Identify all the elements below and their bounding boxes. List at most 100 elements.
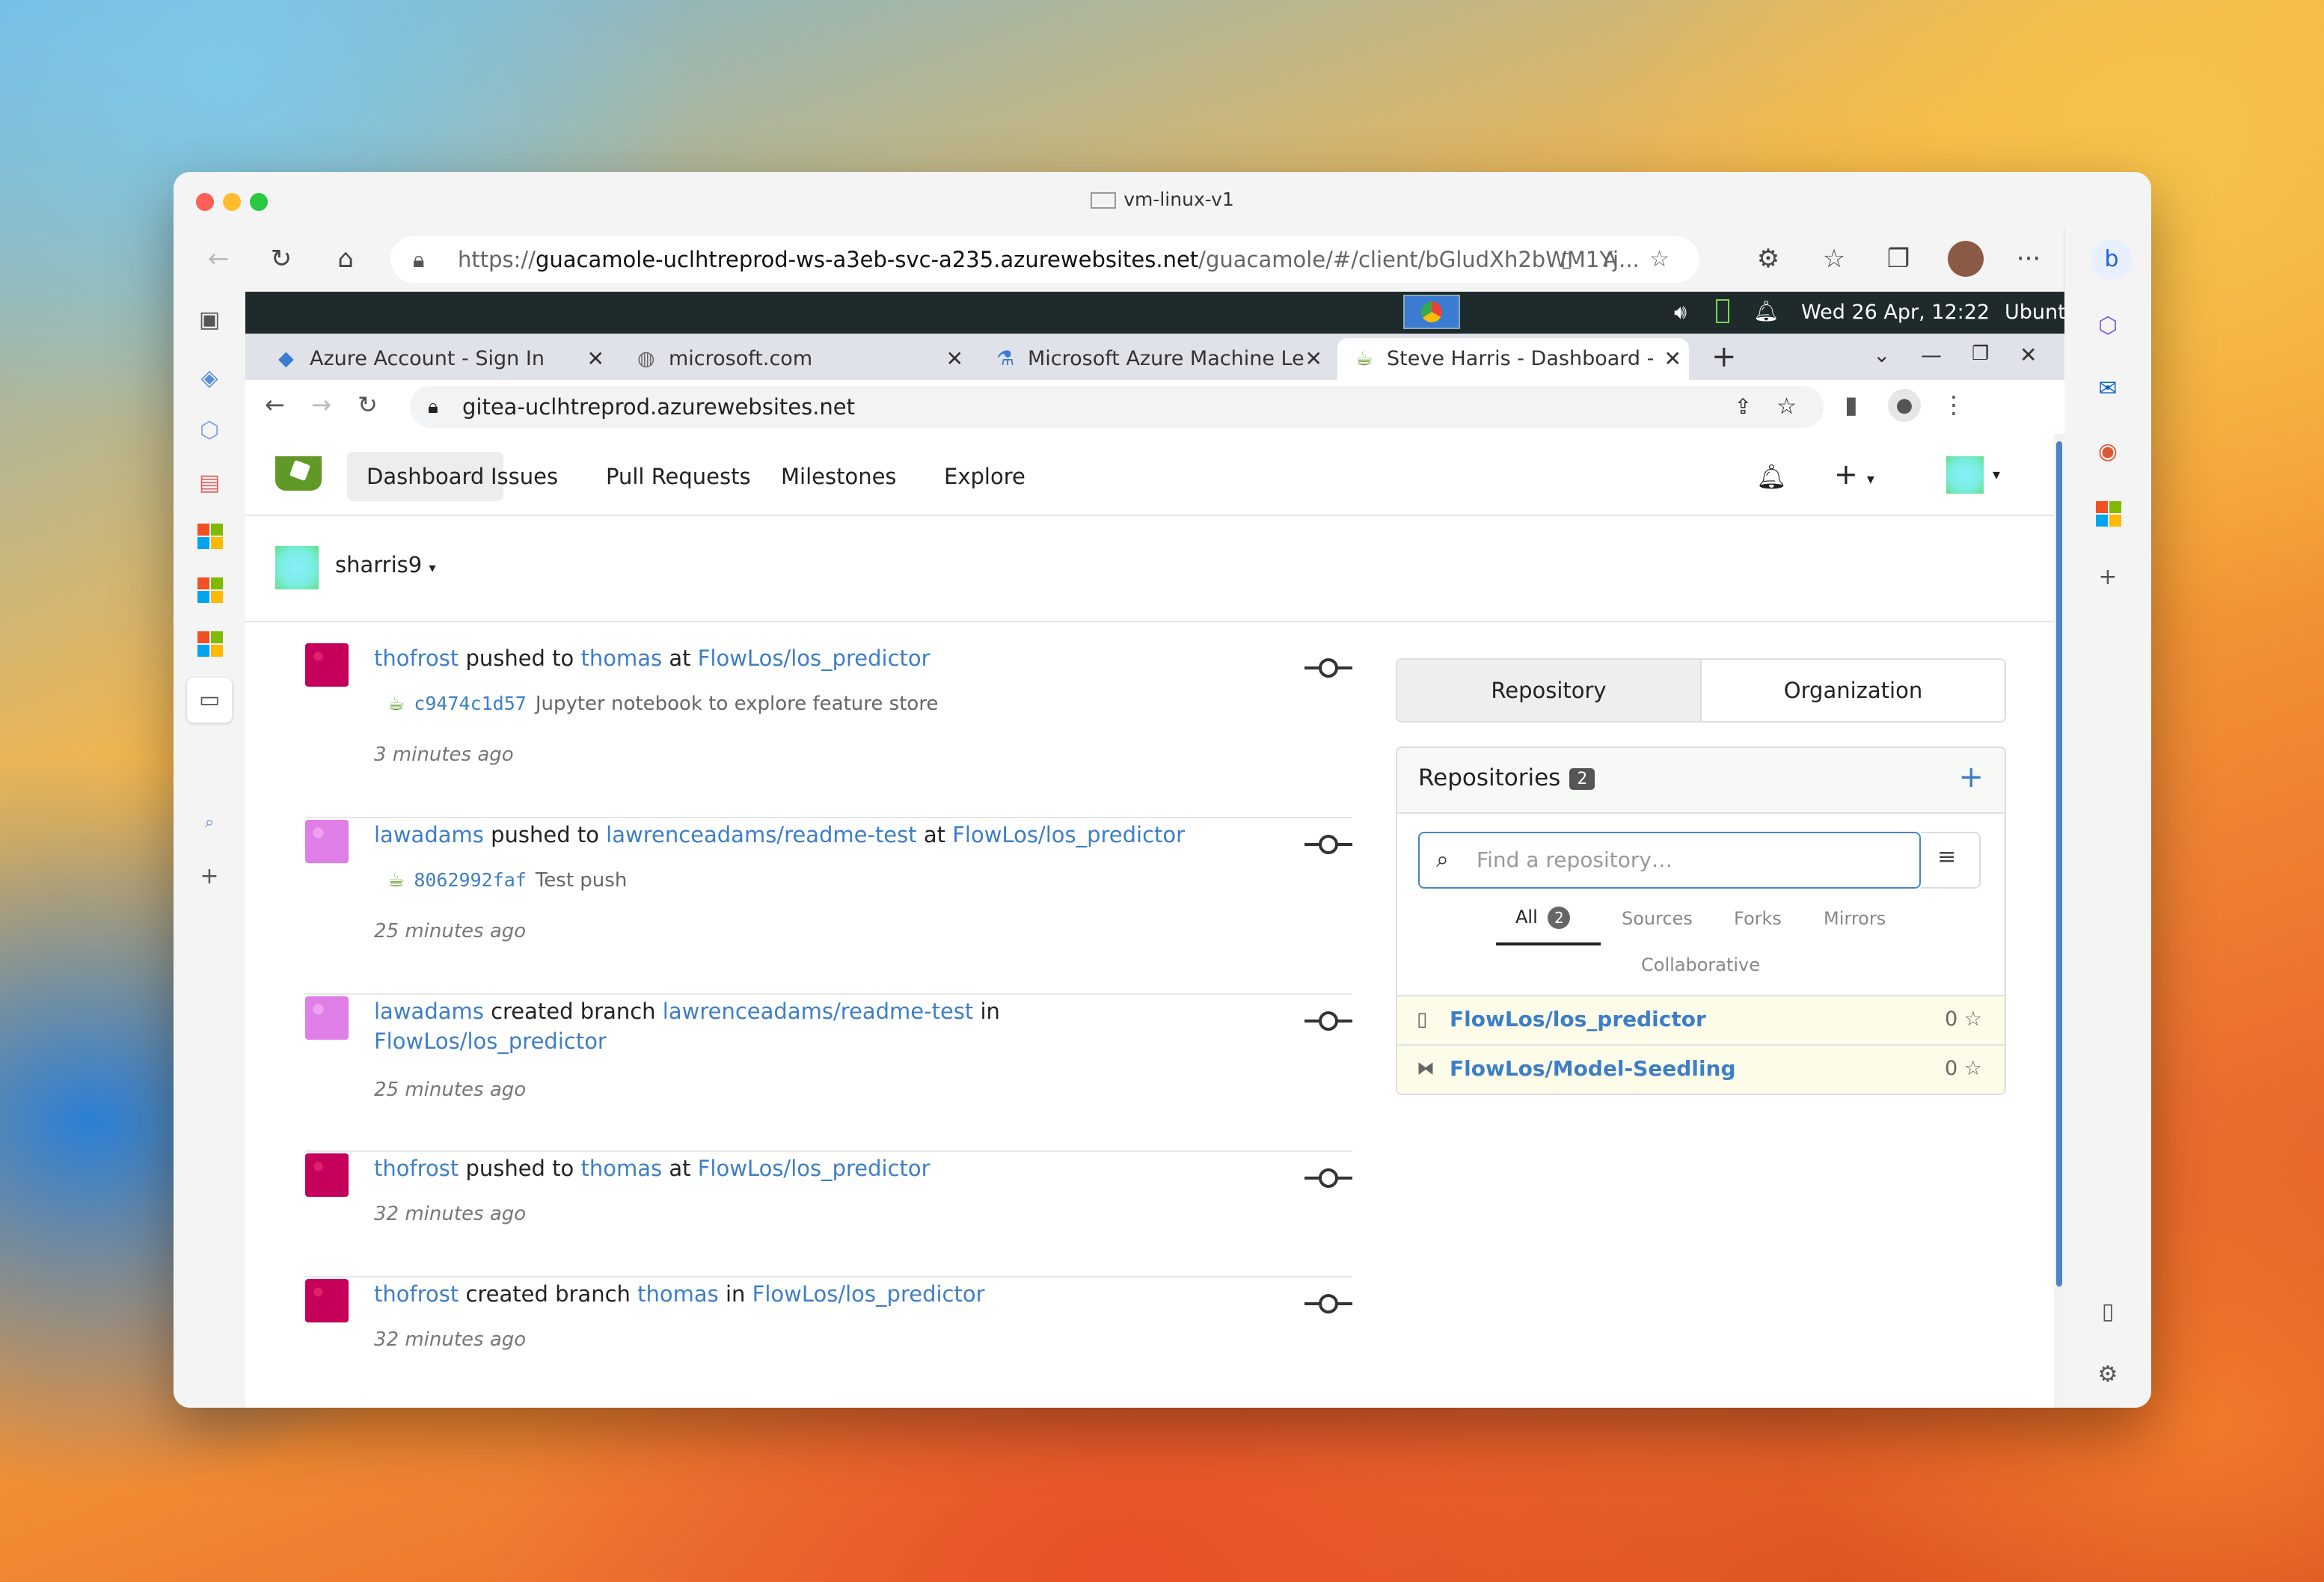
- avatar[interactable]: [305, 1279, 349, 1322]
- chrome-tab[interactable]: ⚗ Microsoft Azure Machine Le ✕: [978, 338, 1330, 380]
- repo-tab-sources[interactable]: Sources: [1622, 908, 1693, 929]
- user-avatar[interactable]: [1946, 456, 1984, 494]
- read-aloud-icon[interactable]: A: [1603, 236, 1617, 283]
- chrome-tab[interactable]: ◆ Azure Account - Sign In ✕: [260, 338, 612, 380]
- repo-tab-forks[interactable]: Forks: [1734, 908, 1782, 929]
- tab-search-icon[interactable]: ⌄: [1873, 343, 1890, 367]
- volume-icon[interactable]: 🔊︎: [1674, 301, 1687, 325]
- repo-search-input[interactable]: ⌕ Find a repository…: [1418, 832, 1921, 889]
- microsoft-logo-icon[interactable]: [197, 524, 223, 549]
- tab-icon-hex[interactable]: ⬡: [194, 416, 224, 446]
- extensions-icon[interactable]: ⚙: [1752, 242, 1785, 275]
- sidebar-toggle-icon[interactable]: ▯: [2093, 1297, 2123, 1327]
- tab-repository[interactable]: Repository: [1397, 660, 1702, 721]
- more-icon[interactable]: ···: [2012, 242, 2045, 275]
- avatar[interactable]: [305, 996, 349, 1040]
- active-tab-icon[interactable]: ▭: [187, 678, 232, 723]
- commit-sha-link[interactable]: c9474c1d57: [414, 693, 527, 714]
- repo-tab-all[interactable]: All 2: [1515, 907, 1571, 929]
- nav-issues[interactable]: Issues: [471, 452, 577, 501]
- repo-name-link[interactable]: FlowLos/los_predictor: [1450, 996, 1706, 1043]
- feed-branch-link[interactable]: thomas: [581, 646, 663, 671]
- feed-branch-link[interactable]: lawrenceadams/readme-test: [606, 822, 916, 847]
- nav-pull-requests[interactable]: Pull Requests: [586, 452, 770, 501]
- chrome-tab-active[interactable]: ☕︎ Steve Harris - Dashboard - ✕: [1337, 338, 1689, 380]
- restore-chrome-icon[interactable]: ❐: [1972, 343, 1989, 365]
- chrome-address-bar[interactable]: 🔒︎ gitea-uclhtreprod.azurewebsites.net ⇪…: [410, 386, 1824, 428]
- back-icon[interactable]: ←: [202, 242, 235, 275]
- bookmark-star-icon[interactable]: ☆: [1776, 386, 1797, 428]
- chrome-menu-icon[interactable]: ⋮: [1942, 390, 1966, 419]
- tab-icon-red[interactable]: ▤: [194, 468, 224, 498]
- new-chrome-tab-icon[interactable]: +: [1711, 340, 1737, 374]
- chrome-taskbar-icon[interactable]: [1403, 295, 1460, 329]
- close-chrome-icon[interactable]: ✕: [2020, 343, 2037, 367]
- close-tab-icon[interactable]: ✕: [587, 338, 604, 380]
- reload-icon[interactable]: ↻: [265, 242, 298, 275]
- avatar[interactable]: [305, 820, 349, 863]
- outlook-icon[interactable]: ✉: [2093, 374, 2123, 404]
- chrome-tab[interactable]: ◍ microsoft.com ✕: [619, 338, 971, 380]
- notifications-bell-icon[interactable]: 🔔︎: [1756, 462, 1787, 491]
- feed-user-link[interactable]: thofrost: [374, 646, 459, 671]
- feed-repo-link[interactable]: FlowLos/los_predictor: [374, 1028, 607, 1054]
- new-tab-icon[interactable]: +: [194, 862, 224, 892]
- close-tab-icon[interactable]: ✕: [946, 338, 963, 380]
- tab-icon-azure[interactable]: ◈: [194, 364, 224, 393]
- feed-user-link[interactable]: lawadams: [374, 822, 484, 847]
- tab-actions-icon[interactable]: ▣: [194, 305, 224, 335]
- feed-branch-link[interactable]: thomas: [637, 1281, 719, 1307]
- scrollbar-thumb[interactable]: [2056, 441, 2062, 1287]
- copilot-icon[interactable]: ⬡: [2093, 311, 2123, 341]
- repo-tab-mirrors[interactable]: Mirrors: [1824, 908, 1886, 929]
- notification-bell-icon[interactable]: 🔔︎: [1753, 299, 1779, 323]
- favorites-icon[interactable]: ☆: [1818, 242, 1851, 275]
- share-icon[interactable]: ⇪: [1735, 386, 1752, 428]
- bing-icon[interactable]: b: [2091, 239, 2132, 280]
- chrome-reload-icon[interactable]: ↻: [358, 390, 378, 419]
- clipboard-icon[interactable]: ▯: [1561, 236, 1572, 283]
- microsoft-logo-icon[interactable]: [197, 631, 223, 657]
- remote-desktop[interactable]: 🔊︎ 🔔︎ Wed 26 Apr, 12:22 Ubuntu ◆ Azure A…: [245, 292, 2064, 1408]
- add-repo-icon[interactable]: +: [1958, 760, 1984, 794]
- context-user-avatar[interactable]: [275, 546, 319, 589]
- close-tab-icon[interactable]: ✕: [1305, 338, 1322, 380]
- minimize-chrome-icon[interactable]: —: [1921, 343, 1942, 367]
- nav-explore[interactable]: Explore: [925, 452, 1045, 501]
- commit-sha-link[interactable]: 8062992faf: [414, 869, 527, 891]
- side-panel-icon[interactable]: ▮: [1845, 390, 1858, 419]
- duckduckgo-icon[interactable]: ◉: [2093, 437, 2123, 467]
- avatar[interactable]: [305, 643, 349, 687]
- close-tab-icon[interactable]: ✕: [1664, 338, 1681, 380]
- feed-branch-link[interactable]: thomas: [581, 1156, 663, 1181]
- settings-gear-icon[interactable]: ⚙: [2093, 1360, 2123, 1390]
- feed-repo-link[interactable]: FlowLos/los_predictor: [752, 1281, 985, 1307]
- repo-tab-collaborative[interactable]: Collaborative: [1641, 954, 1760, 975]
- feed-user-link[interactable]: lawadams: [374, 999, 484, 1024]
- favorite-add-icon[interactable]: ☆: [1649, 236, 1670, 283]
- chrome-back-icon[interactable]: ←: [265, 390, 285, 419]
- feed-repo-link[interactable]: FlowLos/los_predictor: [698, 646, 930, 671]
- feed-user-link[interactable]: thofrost: [374, 1281, 459, 1307]
- chrome-forward-icon[interactable]: →: [311, 390, 331, 419]
- add-sidebar-app-icon[interactable]: +: [2093, 562, 2123, 592]
- battery-icon[interactable]: [1716, 299, 1729, 323]
- clock[interactable]: Wed 26 Apr, 12:22: [1801, 301, 1990, 324]
- filter-button[interactable]: ≡: [1921, 832, 1981, 889]
- edge-address-bar[interactable]: 🔒︎ https://guacamole-uclhtreprod-ws-a3eb…: [390, 236, 1699, 283]
- nav-milestones[interactable]: Milestones: [761, 452, 916, 501]
- microsoft-logo-icon[interactable]: [197, 577, 223, 603]
- repo-row[interactable]: ⧓ FlowLos/Model-Seedling 0 ☆: [1397, 1044, 2005, 1094]
- chevron-down-icon[interactable]: ▾: [1993, 465, 2000, 483]
- repo-row[interactable]: ▯ FlowLos/los_predictor 0 ☆: [1397, 995, 2005, 1044]
- gitea-logo[interactable]: [275, 456, 322, 491]
- page-scrollbar[interactable]: [2054, 434, 2064, 1408]
- feed-repo-link[interactable]: FlowLos/los_predictor: [952, 822, 1185, 847]
- profile-avatar[interactable]: [1948, 241, 1984, 277]
- feed-branch-link[interactable]: lawrenceadams/readme-test: [663, 999, 973, 1024]
- collections-icon[interactable]: ❐: [1882, 242, 1915, 275]
- feed-repo-link[interactable]: FlowLos/los_predictor: [698, 1156, 930, 1181]
- context-user-dropdown[interactable]: sharris9 ▾: [335, 552, 435, 577]
- repo-name-link[interactable]: FlowLos/Model-Seedling: [1450, 1046, 1736, 1092]
- chrome-profile-icon[interactable]: ●: [1888, 389, 1921, 422]
